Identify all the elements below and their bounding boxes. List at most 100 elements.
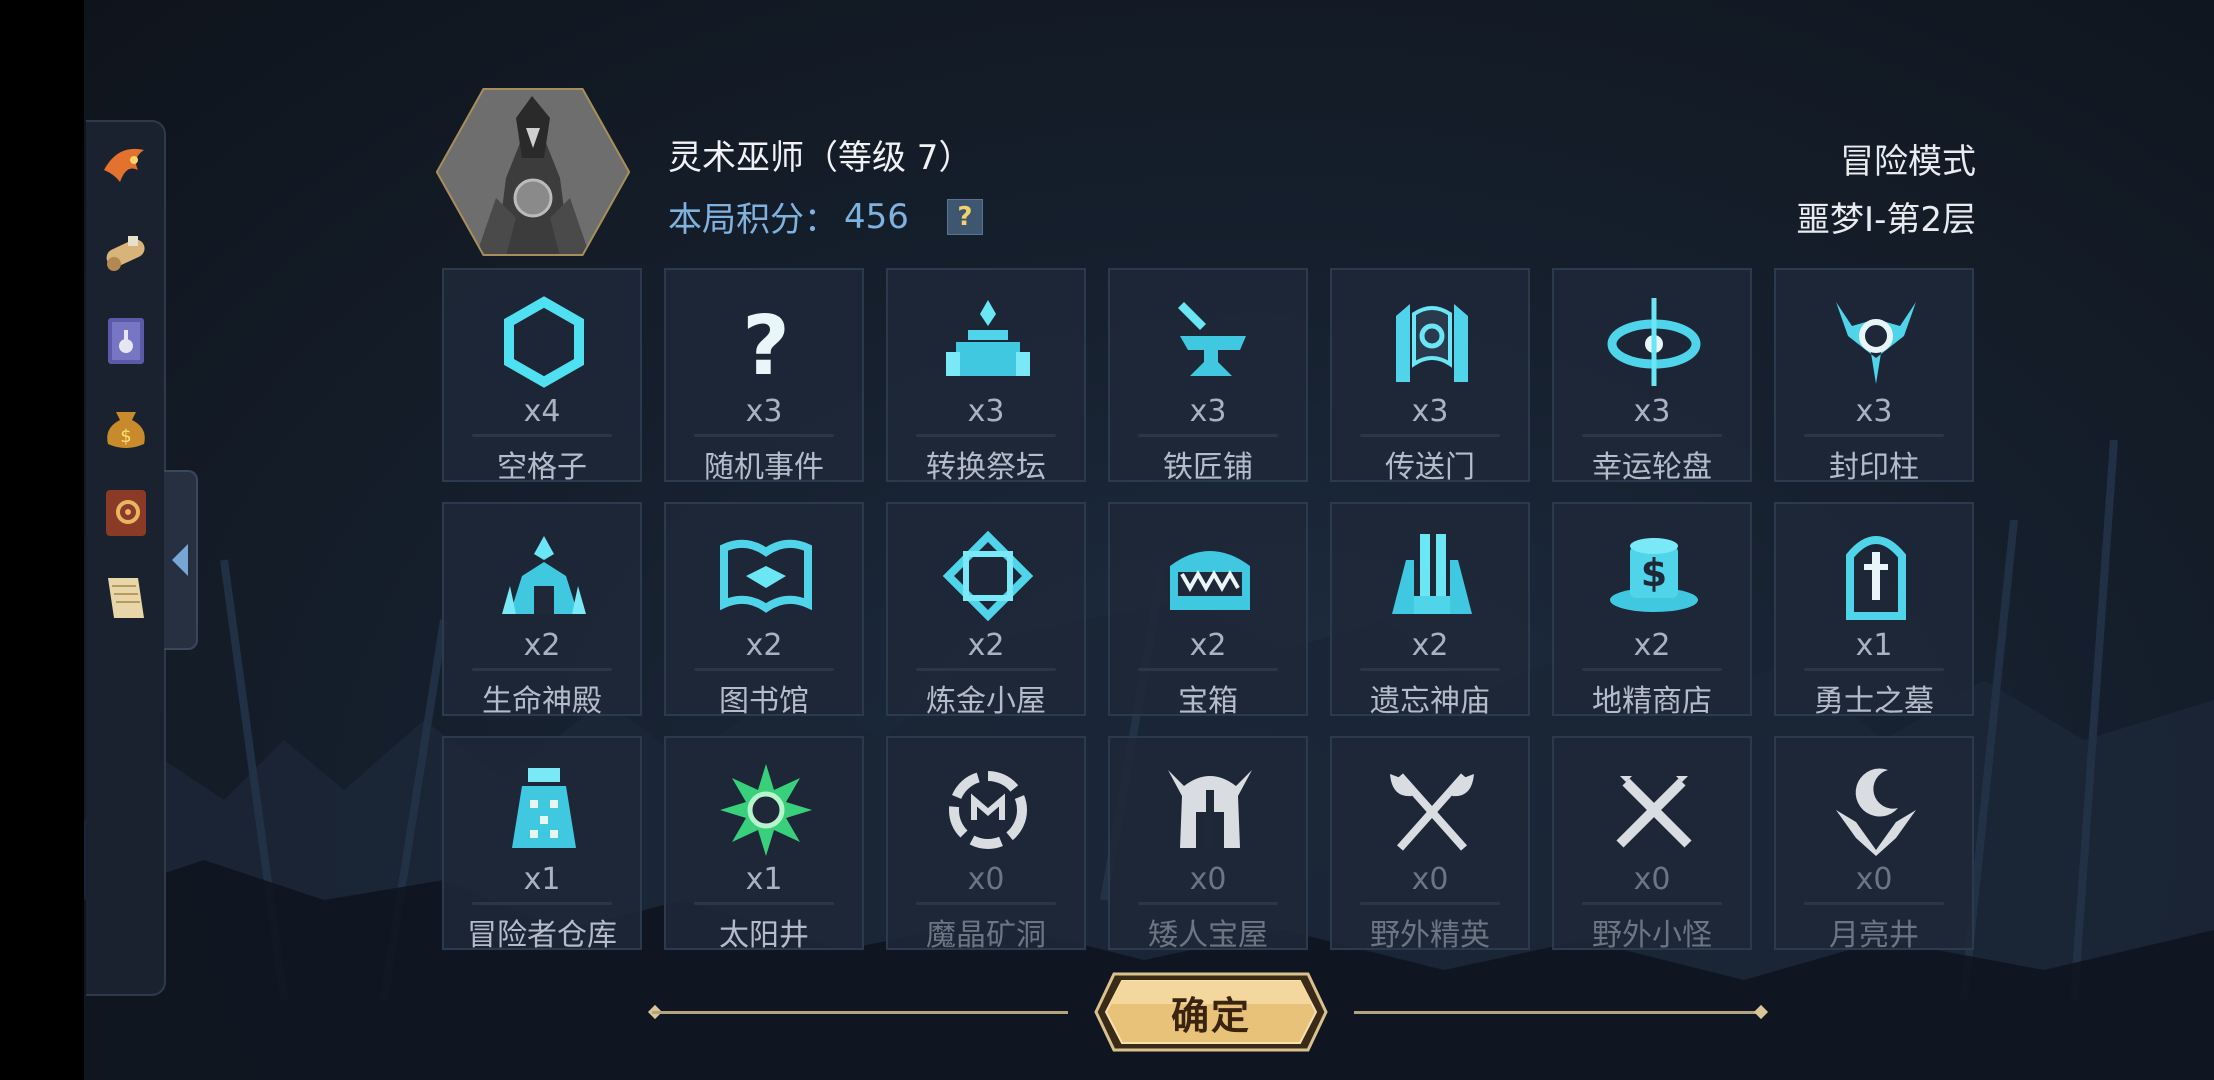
goblin-shop-icon: $	[1610, 538, 1698, 612]
svg-text:$: $	[1641, 551, 1667, 595]
confirm-label: 确定	[1170, 993, 1251, 1038]
crystal-mine-icon	[949, 771, 1027, 849]
grid-cell[interactable]: x2 宝箱	[1108, 502, 1308, 719]
grid-cell[interactable]: x0 魔晶矿洞	[886, 736, 1086, 953]
score-value: 456	[844, 196, 909, 237]
grid-cell[interactable]: x4 空格子	[442, 268, 642, 485]
life-temple-icon	[502, 536, 586, 614]
cell-count: x0	[1411, 862, 1449, 897]
cell-divider	[1804, 902, 1944, 905]
seal-pillar-icon	[1836, 302, 1916, 384]
cell-label: 矮人宝屋	[1148, 918, 1268, 953]
grid-cell[interactable]: x3 铁匠铺	[1108, 268, 1308, 485]
tomb-icon	[1846, 536, 1906, 620]
grid-cell[interactable]: x0 野外小怪	[1552, 736, 1752, 953]
grid-cell[interactable]: x2 图书馆	[664, 502, 864, 719]
screen-edge	[0, 0, 84, 1080]
cell-label: 生命神殿	[482, 684, 602, 719]
cell-label: 魔晶矿洞	[926, 918, 1046, 953]
cell-count: x2	[1189, 628, 1227, 663]
grid-cell[interactable]: ? x3 随机事件	[664, 268, 864, 485]
chest-icon	[1170, 551, 1250, 610]
cell-divider	[1582, 902, 1722, 905]
cell-divider	[1138, 668, 1278, 671]
cell-label: 冒险者仓库	[467, 918, 617, 953]
grid-cell[interactable]: x2 遗忘神庙	[1330, 502, 1530, 719]
side-panel: $	[86, 120, 166, 996]
grid-cell[interactable]: x2 炼金小屋	[886, 502, 1086, 719]
chevron-left-icon	[172, 544, 188, 576]
cell-divider	[1582, 434, 1722, 437]
cell-label: 地精商店	[1592, 684, 1712, 719]
grid-cell[interactable]: x0 矮人宝屋	[1108, 736, 1308, 953]
cell-count: x1	[523, 862, 561, 897]
cell-label: 勇士之墓	[1814, 684, 1934, 719]
grid-cell[interactable]: $ x2 地精商店	[1552, 502, 1752, 719]
cell-divider	[472, 434, 612, 437]
character-name: 灵术巫师（等级 7）	[668, 138, 973, 178]
cell-divider	[694, 902, 834, 905]
crossed-swords-icon	[1616, 776, 1692, 848]
scroll-icon[interactable]	[98, 226, 154, 282]
cell-divider	[472, 668, 612, 671]
map-scroll-icon[interactable]	[98, 570, 154, 626]
hexagon-icon	[504, 296, 584, 388]
cell-label: 封印柱	[1829, 450, 1919, 485]
grid-cell[interactable]: x1 勇士之墓	[1774, 502, 1974, 719]
svg-text:?: ?	[742, 299, 790, 392]
cell-count: x3	[967, 394, 1005, 429]
grid-cell[interactable]: x0 野外精英	[1330, 736, 1530, 953]
cell-divider	[1138, 434, 1278, 437]
grid-cell[interactable]: x2 生命神殿	[442, 502, 642, 719]
moon-well-icon	[1836, 768, 1916, 856]
grid-cell[interactable]: x0 月亮井	[1774, 736, 1974, 953]
cell-divider	[916, 434, 1056, 437]
anvil-icon	[1178, 302, 1246, 376]
sun-well-icon	[720, 764, 812, 856]
cell-divider	[694, 434, 834, 437]
gear-book-icon[interactable]	[98, 484, 154, 540]
cell-label: 遗忘神庙	[1370, 684, 1490, 719]
cell-count: x2	[745, 628, 783, 663]
character-portrait	[435, 88, 631, 256]
forgotten-temple-icon	[1392, 534, 1472, 614]
cell-divider	[472, 902, 612, 905]
grid-cell[interactable]: x3 封印柱	[1774, 268, 1974, 485]
grid-cell[interactable]: x3 转换祭坛	[886, 268, 1086, 485]
elite-axes-icon	[1390, 773, 1474, 851]
sidebar-collapse-button[interactable]	[164, 470, 198, 650]
dragon-horn-icon[interactable]	[98, 140, 154, 196]
question-icon: ?	[742, 299, 790, 392]
cell-label: 月亮井	[1829, 918, 1919, 953]
cell-count: x2	[1633, 628, 1671, 663]
cell-count: x3	[1633, 394, 1671, 429]
cell-count: x2	[1411, 628, 1449, 663]
cell-divider	[1138, 902, 1278, 905]
potion-book-icon[interactable]	[98, 312, 154, 368]
cell-label: 传送门	[1385, 450, 1475, 485]
cell-label: 铁匠铺	[1163, 450, 1253, 485]
grid-cell[interactable]: x3 幸运轮盘	[1552, 268, 1752, 485]
cell-count: x2	[523, 628, 561, 663]
cell-divider	[1804, 434, 1944, 437]
money-bag-icon[interactable]: $	[98, 398, 154, 454]
help-button[interactable]: ?	[946, 198, 983, 235]
cell-divider	[1360, 902, 1500, 905]
library-icon	[720, 539, 812, 613]
dwarf-house-icon	[1168, 770, 1252, 848]
cell-count: x1	[745, 862, 783, 897]
grid-cell[interactable]: x3 传送门	[1330, 268, 1530, 485]
confirm-button[interactable]: 确定	[1094, 972, 1328, 1052]
decorative-line-right	[1354, 1011, 1762, 1014]
grid-cell[interactable]: x1 冒险者仓库	[442, 736, 642, 953]
cell-label: 图书馆	[719, 684, 809, 719]
altar-icon	[946, 300, 1030, 376]
cell-divider	[1360, 668, 1500, 671]
svg-text:$: $	[120, 426, 131, 447]
cell-divider	[916, 668, 1056, 671]
portal-icon	[1396, 304, 1468, 382]
wheel-icon	[1607, 298, 1701, 386]
cell-label: 太阳井	[719, 918, 809, 953]
cell-count: x1	[1855, 628, 1893, 663]
grid-cell[interactable]: x1 太阳井	[664, 736, 864, 953]
